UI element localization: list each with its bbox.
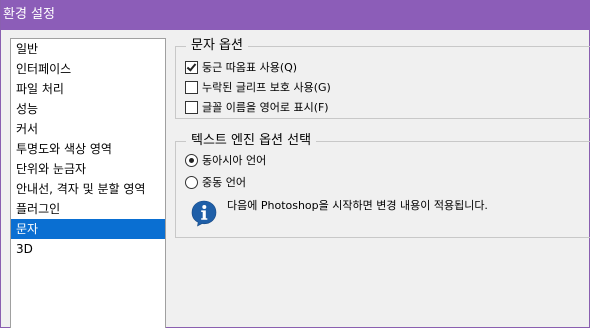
east-asian-radio[interactable] bbox=[185, 154, 198, 167]
sidebar-item-interface[interactable]: 인터페이스 bbox=[11, 59, 165, 79]
english-font-names-checkbox[interactable] bbox=[185, 101, 198, 114]
title-bar[interactable]: 환경 설정 bbox=[1, 0, 590, 30]
text-engine-group: 텍스트 엔진 옵션 선택 동아시아 언어 중동 언어 다음에 Photoshop… bbox=[175, 133, 590, 238]
sidebar-item-3d[interactable]: 3D bbox=[11, 239, 165, 259]
sidebar-item-performance[interactable]: 성능 bbox=[11, 99, 165, 119]
info-icon bbox=[191, 200, 217, 227]
sidebar-item-type[interactable]: 문자 bbox=[11, 219, 165, 239]
sidebar-item-units-rulers[interactable]: 단위와 눈금자 bbox=[11, 159, 165, 179]
restart-notice: 다음에 Photoshop을 시작하면 변경 내용이 적용됩니다. bbox=[227, 199, 488, 212]
preferences-window: 환경 설정 일반 인터페이스 파일 처리 성능 커서 투명도와 색상 영역 단위… bbox=[0, 0, 590, 328]
radio-selected-dot bbox=[189, 158, 194, 163]
sidebar-item-general[interactable]: 일반 bbox=[11, 39, 165, 59]
sidebar-item-plugins[interactable]: 플러그인 bbox=[11, 199, 165, 219]
text-engine-legend: 텍스트 엔진 옵션 선택 bbox=[186, 133, 317, 149]
english-font-names-label: 글꼴 이름을 영어로 표시(F) bbox=[202, 101, 329, 114]
smart-quotes-checkbox[interactable] bbox=[185, 61, 198, 74]
type-options-legend: 문자 옵션 bbox=[186, 38, 248, 54]
checkmark-icon bbox=[186, 61, 197, 72]
smart-quotes-label: 둥근 따옴표 사용(Q) bbox=[202, 61, 298, 74]
east-asian-label: 동아시아 언어 bbox=[202, 154, 267, 167]
type-options-group: 문자 옵션 둥근 따옴표 사용(Q) 누락된 글리프 보호 사용(G) 글꼴 이… bbox=[175, 38, 590, 119]
sidebar-item-transparency[interactable]: 투명도와 색상 영역 bbox=[11, 139, 165, 159]
middle-eastern-radio[interactable] bbox=[185, 176, 198, 189]
sidebar-item-guides-grid[interactable]: 안내선, 격자 및 분할 영역 bbox=[11, 179, 165, 199]
sidebar-item-file-handling[interactable]: 파일 처리 bbox=[11, 79, 165, 99]
category-list[interactable]: 일반 인터페이스 파일 처리 성능 커서 투명도와 색상 영역 단위와 눈금자 … bbox=[10, 38, 166, 328]
middle-eastern-label: 중동 언어 bbox=[202, 176, 246, 189]
sidebar-item-cursors[interactable]: 커서 bbox=[11, 119, 165, 139]
missing-glyph-label: 누락된 글리프 보호 사용(G) bbox=[202, 81, 331, 94]
missing-glyph-checkbox[interactable] bbox=[185, 81, 198, 94]
window-title: 환경 설정 bbox=[3, 7, 55, 22]
